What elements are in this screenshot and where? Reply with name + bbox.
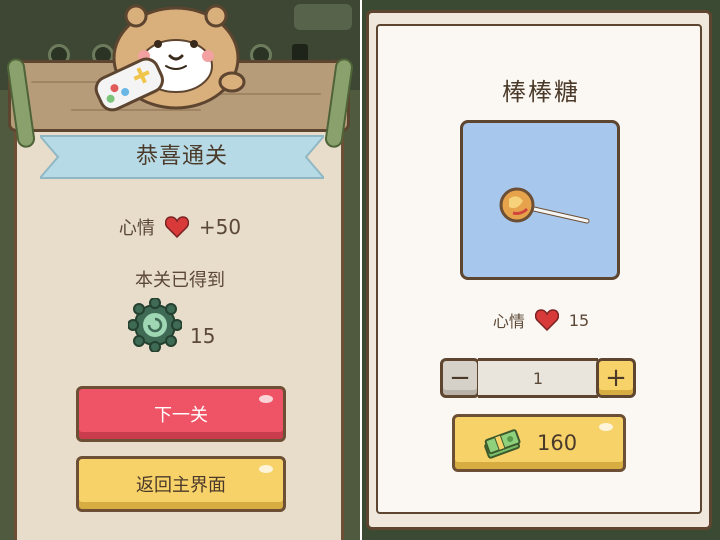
heart-icon xyxy=(534,309,559,331)
minus-icon: − xyxy=(449,363,471,393)
mood-reward-row: 心情 +50 xyxy=(0,212,360,242)
return-main-button[interactable]: 返回主界面 xyxy=(76,456,286,512)
corner-tab xyxy=(294,4,352,30)
cash-stack-icon xyxy=(484,429,521,459)
item-purchase-panel: 棒棒糖 心情 15 − 1 + 160 xyxy=(362,0,720,540)
clover-icon xyxy=(128,298,182,352)
item-image-box xyxy=(460,120,620,280)
next-level-button[interactable]: 下一关 xyxy=(76,386,286,442)
obtained-label: 本关已得到 xyxy=(135,270,225,291)
quantity-field[interactable]: 1 xyxy=(478,358,598,398)
banner-title: 恭喜通关 xyxy=(135,144,228,169)
return-main-label: 返回主界面 xyxy=(136,475,226,496)
shine-highlight xyxy=(259,465,273,473)
heart-icon xyxy=(164,216,189,238)
level-complete-panel: 恭喜通关 心情 +50 本关已得到 15 下一关 返回主界面 xyxy=(0,0,360,540)
increase-button[interactable]: + xyxy=(596,358,636,398)
item-mood-label: 心情 xyxy=(492,312,525,331)
otter-mascot-icon xyxy=(94,4,246,112)
next-level-label: 下一关 xyxy=(154,405,208,426)
item-title: 棒棒糖 xyxy=(502,78,580,106)
price-value: 160 xyxy=(537,431,578,455)
mood-label: 心情 xyxy=(118,218,155,239)
buy-button[interactable]: 160 xyxy=(452,414,626,472)
lollipop-icon xyxy=(499,187,590,224)
plus-icon: + xyxy=(605,363,627,393)
shine-highlight xyxy=(259,395,273,403)
item-mood-value: 15 xyxy=(568,310,590,330)
decrease-button[interactable]: − xyxy=(440,358,480,398)
quantity-stepper: − 1 + xyxy=(440,358,636,398)
clover-count: 15 xyxy=(190,324,216,348)
item-mood-row: 心情 15 xyxy=(362,306,720,334)
shine-highlight xyxy=(599,423,613,431)
quantity-value: 1 xyxy=(532,368,544,388)
mood-value: +50 xyxy=(198,215,242,239)
